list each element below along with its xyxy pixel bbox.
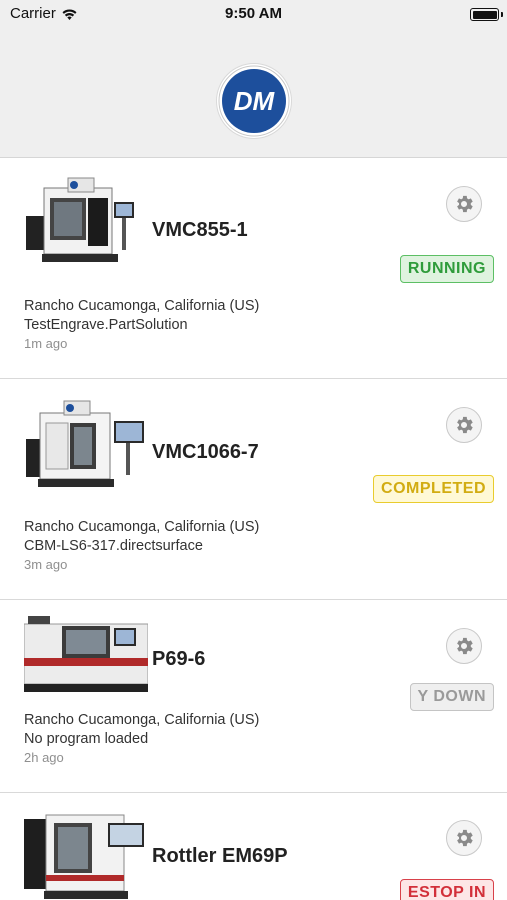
- last-update-time: 2h ago: [24, 750, 64, 765]
- status-badge: ESTOP IN: [399, 879, 494, 900]
- machine-program: TestEngrave.PartSolution: [24, 317, 188, 333]
- machine-image: [26, 400, 144, 487]
- battery-icon: [470, 8, 499, 21]
- machine-image: [26, 177, 134, 262]
- machine-image: [24, 814, 144, 899]
- machine-name: P69-6: [152, 648, 206, 670]
- status-bar: Carrier 9:50 AM: [0, 0, 507, 28]
- settings-button[interactable]: [446, 186, 482, 222]
- gear-icon: [457, 195, 473, 213]
- gear-icon: [457, 416, 473, 434]
- status-badge: RUNNING: [399, 255, 494, 283]
- settings-button[interactable]: [446, 820, 482, 856]
- settings-button[interactable]: [446, 628, 482, 664]
- last-update-time: 1m ago: [24, 336, 68, 351]
- machine-name: Rottler EM69P: [152, 845, 288, 867]
- machine-row-rottler-em69p[interactable]: Rottler EM69P ESTOP IN: [0, 793, 507, 900]
- machine-row-p69-6[interactable]: P69-6 Y DOWN Rancho Cucamonga, Californi…: [0, 600, 507, 793]
- machine-name: VMC1066-7: [152, 441, 259, 463]
- machine-row-vmc1066-7[interactable]: VMC1066-7 COMPLETED Rancho Cucamonga, Ca…: [0, 379, 507, 600]
- machine-row-vmc855-1[interactable]: VMC855-1 RUNNING Rancho Cucamonga, Calif…: [0, 158, 507, 379]
- last-update-time: 3m ago: [24, 557, 68, 572]
- gear-icon: [457, 829, 473, 847]
- status-badge: Y DOWN: [409, 683, 494, 711]
- app-header: DM: [0, 28, 507, 158]
- battery-tip: [501, 12, 503, 17]
- machine-location: Rancho Cucamonga, California (US): [24, 298, 260, 314]
- machine-program: No program loaded: [24, 731, 149, 747]
- machine-location: Rancho Cucamonga, California (US): [24, 712, 260, 728]
- settings-button[interactable]: [446, 407, 482, 443]
- logo-text: DM: [234, 86, 276, 116]
- machine-location: Rancho Cucamonga, California (US): [24, 519, 260, 535]
- machine-name: VMC855-1: [152, 219, 248, 241]
- status-badge: COMPLETED: [373, 475, 494, 503]
- status-time: 9:50 AM: [225, 5, 282, 22]
- machine-program: CBM-LS6-317.directsurface: [24, 538, 203, 554]
- gear-icon: [457, 637, 473, 655]
- dm-logo: DM: [217, 64, 291, 138]
- machine-image: [24, 616, 148, 692]
